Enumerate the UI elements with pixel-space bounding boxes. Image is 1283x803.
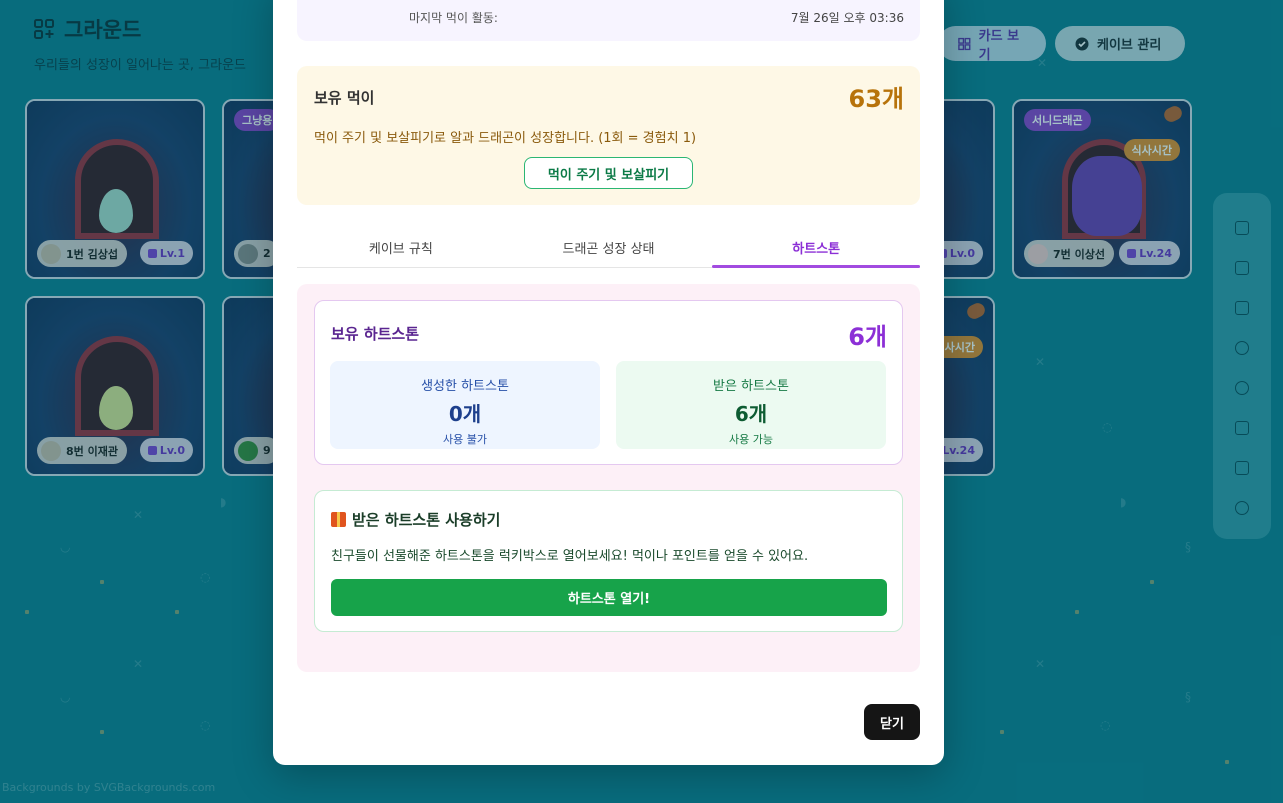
use-heartstone-description: 친구들이 선물해준 하트스톤을 럭키박스로 열어보세요! 먹이나 포인트를 얻을… bbox=[331, 549, 809, 564]
created-heartstone-note: 사용 불가 bbox=[443, 433, 487, 446]
food-count: 63개 bbox=[848, 85, 904, 113]
gift-icon bbox=[331, 512, 346, 527]
owned-heartstone-box: 보유 하트스톤 6개 생성한 하트스톤 0개 사용 불가 받은 하트스톤 6개 … bbox=[314, 300, 903, 465]
last-activity-label: 마지막 먹이 활동: bbox=[409, 11, 498, 25]
food-label: 보유 먹이 bbox=[314, 89, 375, 107]
close-button[interactable]: 닫기 bbox=[864, 704, 920, 740]
feed-button[interactable]: 먹이 주기 및 보살피기 bbox=[524, 157, 693, 189]
created-heartstone-stat: 생성한 하트스톤 0개 사용 불가 bbox=[330, 361, 600, 449]
food-box: 보유 먹이 63개 먹이 주기 및 보살피기로 알과 드래곤이 성장합니다. (… bbox=[297, 66, 920, 205]
last-activity-value: 7월 26일 오후 03:36 bbox=[790, 11, 904, 25]
food-description: 먹이 주기 및 보살피기로 알과 드래곤이 성장합니다. (1회 = 경험치 1… bbox=[314, 131, 697, 146]
received-heartstone-note: 사용 가능 bbox=[729, 433, 773, 446]
tab-cave-rules[interactable]: 케이브 규칙 bbox=[297, 227, 505, 267]
created-heartstone-title: 생성한 하트스톤 bbox=[421, 379, 509, 394]
heartstone-panel: 보유 하트스톤 6개 생성한 하트스톤 0개 사용 불가 받은 하트스톤 6개 … bbox=[297, 284, 920, 672]
use-heartstone-heading: 받은 하트스톤 사용하기 bbox=[331, 509, 500, 530]
last-activity-box: 마지막 먹이 활동: 7월 26일 오후 03:36 bbox=[297, 0, 920, 41]
tab-heartstone[interactable]: 하트스톤 bbox=[712, 227, 920, 268]
use-heartstone-title: 받은 하트스톤 사용하기 bbox=[352, 511, 501, 529]
use-heartstone-box: 받은 하트스톤 사용하기 친구들이 선물해준 하트스톤을 럭키박스로 열어보세요… bbox=[314, 490, 903, 632]
tab-dragon-growth[interactable]: 드래곤 성장 상태 bbox=[505, 227, 713, 267]
received-heartstone-count: 6개 bbox=[734, 402, 768, 426]
created-heartstone-count: 0개 bbox=[448, 402, 482, 426]
received-heartstone-stat: 받은 하트스톤 6개 사용 가능 bbox=[616, 361, 886, 449]
received-heartstone-title: 받은 하트스톤 bbox=[713, 379, 789, 394]
modal-tabs: 케이브 규칙 드래곤 성장 상태 하트스톤 bbox=[297, 227, 920, 268]
open-heartstone-button[interactable]: 하트스톤 열기! bbox=[331, 579, 887, 616]
owned-heartstone-label: 보유 하트스톤 bbox=[331, 325, 420, 343]
owned-heartstone-count: 6개 bbox=[848, 323, 887, 351]
cave-detail-modal: 마지막 먹이 활동: 7월 26일 오후 03:36 보유 먹이 63개 먹이 … bbox=[273, 0, 944, 765]
